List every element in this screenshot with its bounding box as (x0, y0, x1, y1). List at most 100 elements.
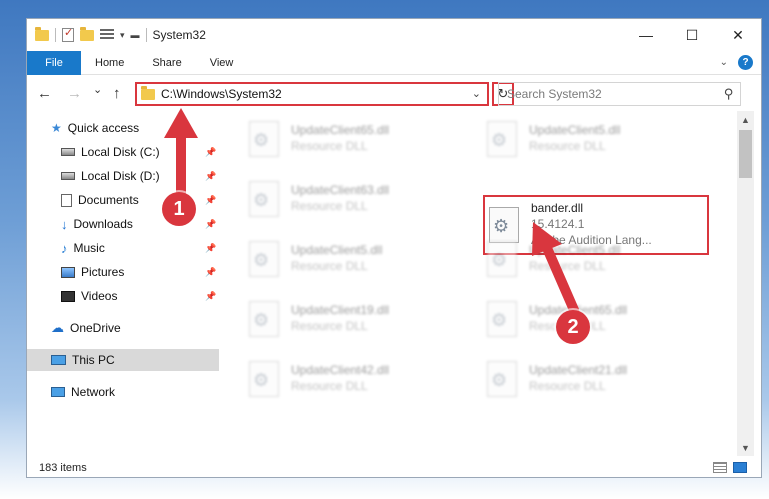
tab-share[interactable]: Share (138, 57, 195, 69)
file-name: UpdateClient5.dll (529, 123, 621, 137)
sidebar-item-label: Local Disk (C:) (81, 145, 160, 159)
navigation-pane: ★ Quick access Local Disk (C:) 📌 Local D… (27, 117, 219, 447)
file-name: UpdateClient65.dll (291, 123, 390, 137)
file-name: bander.dll (531, 201, 584, 215)
file-item[interactable]: UpdateClient63.dll Resource DLL (241, 175, 471, 227)
file-item[interactable]: UpdateClient5.dll Resource DLL (241, 235, 471, 287)
dll-file-icon (487, 301, 517, 337)
sidebar-item-label: Local Disk (D:) (81, 169, 160, 183)
pin-icon[interactable]: 📌 (205, 267, 216, 278)
search-placeholder: Search System32 (507, 87, 602, 101)
file-item[interactable]: UpdateClient42.dll Resource DLL (241, 355, 471, 407)
file-item[interactable]: UpdateClient5.dll Resource DLL (479, 235, 709, 287)
sidebar-item-local-disk-c[interactable]: Local Disk (C:) 📌 (27, 141, 219, 163)
dll-file-icon (249, 361, 279, 397)
maximize-button[interactable]: ☐ (669, 19, 715, 51)
sidebar-item-this-pc[interactable]: This PC (27, 349, 219, 371)
folder-icon (35, 26, 49, 41)
scroll-down-icon[interactable]: ▼ (737, 439, 754, 456)
search-input[interactable]: Search System32 ⚲ (498, 82, 741, 106)
sidebar-item-music[interactable]: ♪ Music 📌 (27, 237, 219, 259)
new-folder-icon[interactable] (80, 26, 94, 41)
sidebar-item-label: Pictures (81, 265, 125, 279)
item-count: 183 items (39, 462, 87, 474)
file-name: UpdateClient19.dll (291, 303, 390, 317)
file-item[interactable]: UpdateClient65.dllResource DLL (479, 295, 709, 347)
dll-file-icon (487, 121, 517, 157)
address-path[interactable]: C:\Windows\System32 (161, 87, 282, 101)
pin-icon[interactable]: 📌 (205, 243, 216, 254)
file-name: UpdateClient5.dll (291, 243, 383, 257)
chevron-down-icon[interactable]: ⌄ (472, 87, 481, 100)
sidebar-item-label: Quick access (67, 121, 140, 135)
address-bar[interactable]: C:\Windows\System32 ⌄ (135, 82, 489, 106)
sidebar-item-onedrive[interactable]: ☁ OneDrive (27, 317, 219, 339)
network-icon (51, 387, 65, 397)
file-name: UpdateClient42.dll (291, 363, 390, 377)
sidebar-item-label: Videos (81, 289, 118, 303)
videos-icon (61, 290, 75, 302)
file-type: Resource DLL (291, 199, 368, 213)
pin-icon[interactable]: 📌 (205, 171, 216, 182)
search-icon[interactable]: ⚲ (724, 86, 734, 102)
file-name: UpdateClient63.dll (291, 183, 390, 197)
folder-icon (141, 85, 155, 100)
tab-view[interactable]: View (196, 57, 248, 69)
file-version: 15.4124.1 (531, 217, 585, 231)
pin-icon[interactable]: 📌 (205, 219, 216, 230)
step-2-badge: 2 (556, 310, 590, 344)
dll-file-icon (487, 241, 517, 277)
file-item[interactable]: UpdateClient21.dll Resource DLL (479, 355, 709, 407)
recent-locations-button[interactable]: ⌄ (93, 83, 102, 96)
file-type: Resource DLL (529, 259, 606, 273)
sidebar-item-network[interactable]: Network (27, 381, 219, 403)
dll-file-icon (487, 361, 517, 397)
file-type: Resource DLL (529, 379, 606, 393)
file-item[interactable]: UpdateClient5.dll Resource DLL (479, 115, 709, 167)
sidebar-item-pictures[interactable]: Pictures 📌 (27, 261, 219, 283)
scroll-up-icon[interactable]: ▲ (737, 111, 754, 128)
window-title: System32 (152, 28, 206, 42)
document-icon (61, 193, 72, 207)
computer-icon (51, 355, 66, 365)
quick-access-toolbar: ▾ ▬ (35, 26, 147, 42)
dll-file-icon (249, 241, 279, 277)
pin-icon[interactable]: 📌 (205, 195, 216, 206)
details-view-icon[interactable] (713, 462, 727, 473)
properties-icon[interactable] (62, 26, 74, 42)
help-icon[interactable]: ? (738, 55, 753, 70)
ribbon-right-controls: ⌄ ? (720, 55, 753, 70)
chevron-down-icon[interactable]: ⌄ (720, 57, 728, 68)
disk-icon (61, 172, 75, 180)
file-name: UpdateClient5.dll (529, 243, 621, 257)
forward-button[interactable]: → (67, 85, 82, 102)
tab-file[interactable]: File (27, 50, 81, 75)
file-item[interactable]: UpdateClient19.dll Resource DLL (241, 295, 471, 347)
tiles-view-icon[interactable] (733, 462, 747, 473)
minimize-button[interactable]: — (623, 19, 669, 51)
pin-icon[interactable]: 📌 (205, 291, 216, 302)
back-button[interactable]: ← (37, 85, 52, 102)
sidebar-item-label: This PC (72, 353, 115, 367)
dll-file-icon (249, 301, 279, 337)
view-options-icon[interactable] (100, 29, 114, 41)
close-button[interactable]: ✕ (715, 19, 761, 51)
sidebar-item-videos[interactable]: Videos 📌 (27, 285, 219, 307)
file-type: Resource DLL (529, 139, 606, 153)
vertical-scrollbar[interactable]: ▲ ▼ (737, 111, 754, 456)
file-item[interactable]: UpdateClient65.dllResource DLL (241, 115, 471, 167)
view-switcher (713, 462, 747, 473)
file-list: UpdateClient65.dll Resource DLL UpdateCli… (221, 111, 741, 451)
scroll-thumb[interactable] (739, 130, 752, 178)
file-type: Resource DLL (291, 319, 368, 333)
up-button[interactable]: ↑ (113, 85, 121, 102)
sidebar-item-local-disk-d[interactable]: Local Disk (D:) 📌 (27, 165, 219, 187)
file-type: Resource DLL (291, 259, 368, 273)
pin-icon[interactable]: 📌 (205, 147, 216, 158)
customize-toolbar-icon[interactable]: ▬ (131, 30, 140, 40)
file-explorer-window: ▾ ▬ System32 — ☐ ✕ File Home Share View … (26, 18, 762, 478)
chevron-down-icon[interactable]: ▾ (120, 30, 125, 41)
tab-home[interactable]: Home (81, 57, 138, 69)
sidebar-item-quick-access[interactable]: ★ Quick access (27, 117, 219, 139)
music-icon: ♪ (61, 240, 68, 256)
